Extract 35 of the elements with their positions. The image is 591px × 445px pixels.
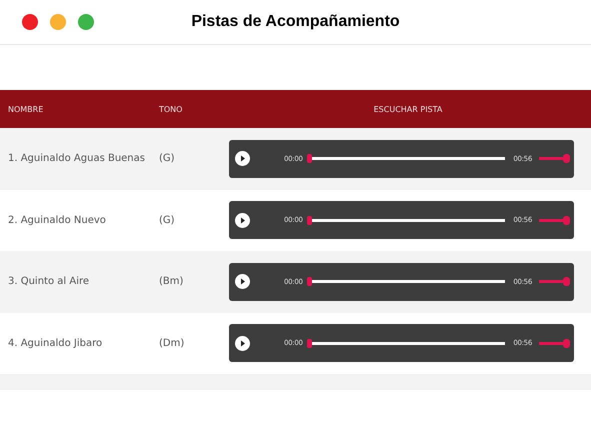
progress-track[interactable]	[312, 157, 506, 160]
track-name: 4. Aguinaldo Jibaro	[7, 338, 104, 349]
volume-slider[interactable]	[539, 218, 567, 222]
volume-slider[interactable]	[539, 342, 567, 345]
progress-thumb[interactable]	[306, 338, 312, 348]
volume-slider[interactable]	[539, 157, 567, 160]
volume-thumb[interactable]	[563, 277, 570, 286]
volume-slider[interactable]	[539, 280, 567, 284]
window-control-icon[interactable]	[22, 14, 38, 30]
track-key: (Bm)	[155, 276, 229, 288]
column-header: NOMBRE	[7, 104, 44, 114]
track-name: 1. Aguinaldo Aguas Buenas	[7, 153, 146, 164]
progress-thumb[interactable]	[306, 216, 312, 225]
volume-thumb[interactable]	[563, 154, 570, 164]
column-header: ESCUCHAR PISTA	[372, 104, 444, 114]
track-key: (G)	[155, 214, 229, 226]
volume-thumb[interactable]	[563, 338, 570, 348]
play-button-icon[interactable]	[235, 151, 250, 166]
track-key: (G)	[155, 153, 229, 164]
window-control-icon[interactable]	[50, 14, 66, 30]
progress-track[interactable]	[312, 342, 506, 345]
volume-thumb[interactable]	[563, 216, 570, 225]
window-control-icon[interactable]	[78, 14, 94, 30]
play-button-icon[interactable]	[235, 336, 250, 351]
window-title: Pistas de Acompañamiento	[191, 13, 400, 30]
progress-thumb[interactable]	[306, 154, 312, 164]
progress-track[interactable]	[312, 280, 506, 284]
play-button-icon[interactable]	[235, 212, 250, 228]
column-header: TONO	[158, 104, 184, 114]
progress-thumb[interactable]	[306, 277, 312, 286]
play-button-icon[interactable]	[235, 274, 250, 290]
track-name: 2. Aguinaldo Nuevo	[7, 214, 107, 226]
progress-track[interactable]	[312, 218, 506, 222]
track-key: (Dm)	[155, 338, 229, 349]
track-name: 3. Quinto al Aire	[7, 276, 90, 288]
